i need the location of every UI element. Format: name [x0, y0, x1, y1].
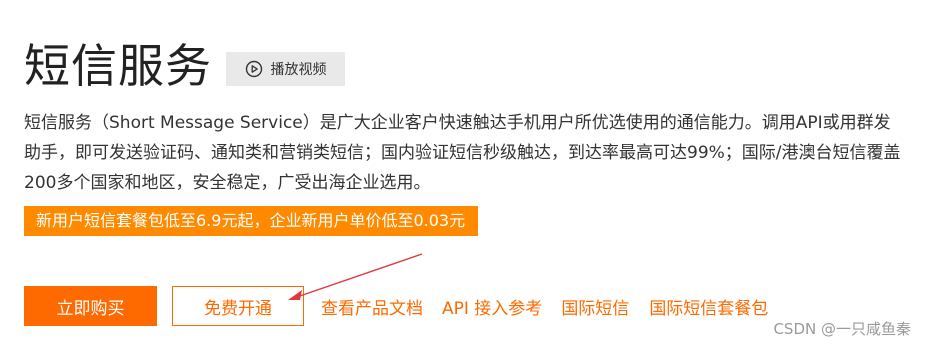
action-bar: 立即购买 免费开通 查看产品文档 API 接入参考 国际短信 国际短信套餐包	[24, 286, 768, 326]
international-sms-link[interactable]: 国际短信	[561, 294, 629, 319]
watermark: CSDN @一只咸鱼秦	[773, 320, 911, 338]
international-sms-package-link[interactable]: 国际短信套餐包	[649, 294, 768, 319]
title-row: 短信服务 播放视频	[24, 38, 345, 94]
buy-now-button[interactable]: 立即购买	[24, 286, 157, 326]
api-reference-link[interactable]: API 接入参考	[442, 294, 542, 319]
play-video-button[interactable]: 播放视频	[226, 52, 345, 86]
play-circle-icon	[245, 60, 263, 78]
product-description: 短信服务（Short Message Service）是广大企业客户快速触达手机…	[24, 113, 901, 193]
page-title: 短信服务	[24, 39, 212, 93]
free-activate-button[interactable]: 免费开通	[172, 286, 304, 326]
promo-banner: 新用户短信套餐包低至6.9元起，企业新用户单价低至0.03元	[24, 206, 479, 236]
play-video-label: 播放视频	[270, 62, 327, 78]
view-docs-link[interactable]: 查看产品文档	[321, 294, 423, 319]
